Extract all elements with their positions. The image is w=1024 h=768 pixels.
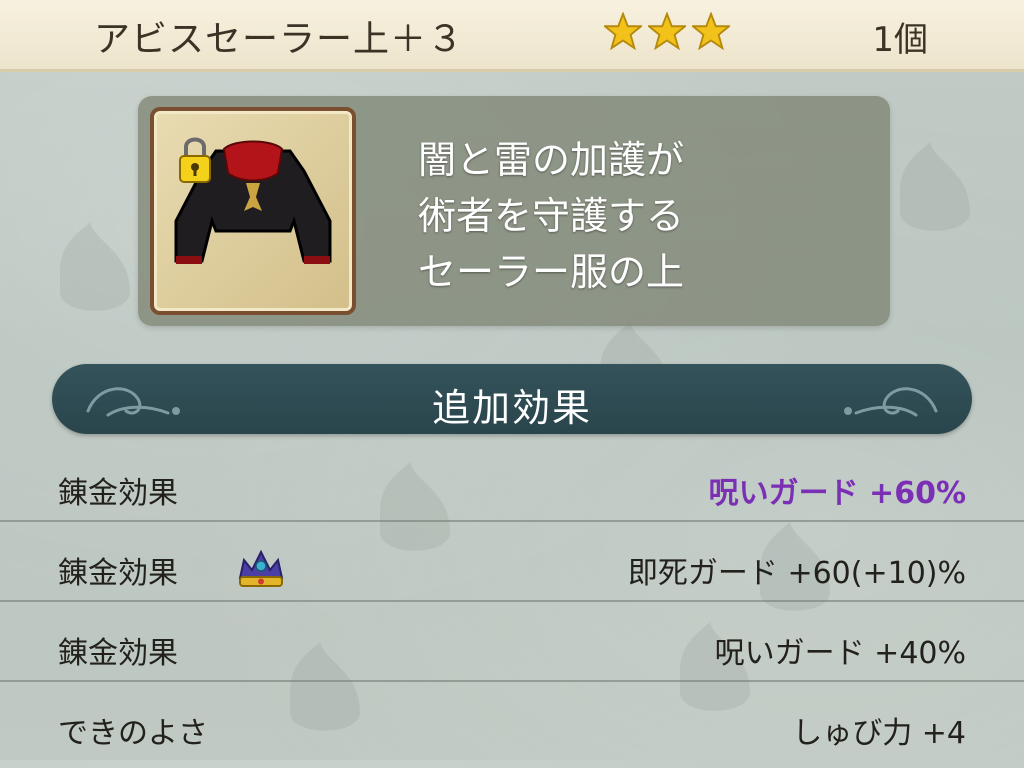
star-icon [648,12,686,50]
star-icon [692,12,730,50]
row-divider [0,600,1024,602]
effect-row: 錬金効果 即死ガード +60(+10)% [0,528,1024,608]
item-quantity: 1個 [872,20,928,60]
star-icon [604,12,642,50]
effect-value: 呪いガード +60% [708,476,966,511]
effect-row: できのよさ しゅび力 +4 [0,688,1024,768]
description-line: 闇と雷の加護が [418,138,685,182]
effect-value: 呪いガード +40% [714,636,966,671]
item-name: アビスセーラー上＋３ [94,19,465,60]
item-header: アビスセーラー上＋３ 1個 [0,0,1024,72]
row-divider [0,680,1024,682]
rarity-stars [604,12,730,50]
effect-value: しゅび力 +4 [792,716,966,751]
description-line: 術者を守護する [418,194,685,238]
effect-label: 錬金効果 [58,636,178,671]
row-divider [0,520,1024,522]
section-title: 追加効果 [431,386,592,430]
effect-label: 錬金効果 [58,556,178,591]
section-banner: 追加効果 [52,364,972,434]
lock-icon [179,137,211,183]
item-description: 闇と雷の加護が 術者を守護する セーラー服の上 [418,132,684,300]
effect-label: できのよさ [58,716,208,751]
effect-label: 錬金効果 [58,476,178,511]
robe-top-icon [174,137,332,264]
effect-row: 錬金効果 呪いガード +40% [0,608,1024,688]
item-icon-frame[interactable] [150,107,356,315]
flourish-right-icon [844,387,938,417]
crown-icon [238,549,284,587]
effect-value: 即死ガード +60(+10)% [627,556,966,591]
description-line: セーラー服の上 [418,250,685,294]
effect-row: 錬金効果 呪いガード +60% [0,448,1024,528]
